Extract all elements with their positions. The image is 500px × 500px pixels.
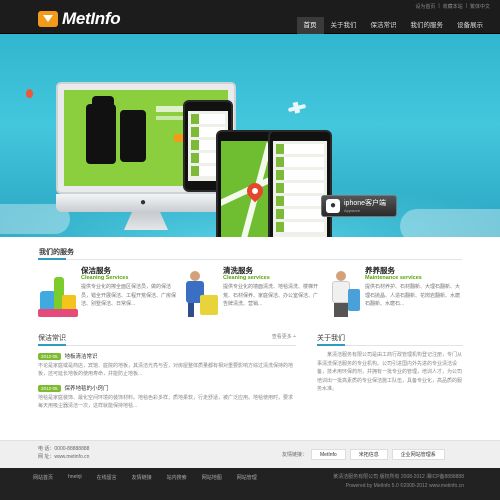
- more-link[interactable]: 查看更多 +: [272, 333, 296, 340]
- traditional-chinese-link[interactable]: 繁体中文: [470, 3, 490, 10]
- news-summary: 地毯是家庭装饰、最化空间环境的装饰材料。地毯色彩多样，质地柔软，行走舒适，被广泛…: [38, 395, 294, 409]
- logo-text: MetInfo: [62, 9, 121, 28]
- separator: |: [438, 3, 440, 9]
- airplane-icon: [287, 103, 307, 113]
- nav-services[interactable]: 我们的服务: [404, 17, 451, 34]
- cleaning-tips-section: 保洁常识 查看更多 + 2012-05 地板清洁常识 不论是家庭或是商店，宾馆、…: [38, 333, 296, 428]
- service-subtitle: Cleaning services: [223, 275, 270, 281]
- footer-link-home[interactable]: 网站首页: [33, 474, 53, 481]
- iphone-client-button[interactable]: ● iphone客户端 Appstore: [321, 195, 397, 217]
- news-item[interactable]: 2012-05 保养地毯的小窍门 地毯是家庭装饰、最化空间环境的装饰材料。地毯色…: [38, 384, 296, 410]
- cloud-decoration: [400, 209, 500, 237]
- footer-link-admin[interactable]: 网站管理: [237, 474, 257, 481]
- set-homepage-link[interactable]: 设为首页: [415, 3, 435, 10]
- services-section: 我们的服务 保洁服务 Cleaning Services 提供专业化的擦全面区保…: [0, 237, 500, 327]
- contact-and-links-bar: 电 话：0000-88888888 网 址：www.metinfo.cn 友情链…: [0, 440, 500, 468]
- maintenance-worker-image: [322, 269, 362, 317]
- news-summary: 不论是家庭或是商店，宾馆、庭院的地板，其清洁光亮与否，对房屋整体质量都有相对重要…: [38, 363, 294, 377]
- service-card-washing[interactable]: 清洗服务 Cleaning services 提供专业化的墙面清洗、地毯清洗、楼…: [180, 265, 320, 325]
- about-section: 关于我们 某清洁服务有限公司是由工商行政管理机构登记注册，专门从事清洗保洁服务的…: [317, 333, 463, 428]
- friend-links: 友情链接： MetInfo 米拓信息 企业网站管理系: [282, 449, 445, 460]
- apple-icon: ●: [140, 197, 147, 208]
- service-description: 提供专业化的墙面清洗、地毯清洗、楼梯开荒、石材保养、家庭保洁、办公室保洁、广告牌…: [223, 284, 319, 307]
- about-text: 某清洁服务有限公司是由工商行政管理机构登记注册，专门从事清洗保洁服务的专业机构。…: [317, 352, 463, 392]
- nav-about[interactable]: 关于我们: [324, 17, 364, 34]
- copyright-text: 某清洁服务有限公司 版权所有 2008-2012 湘ICP备8888888: [333, 474, 464, 480]
- iphone-client-label: iphone客户端: [344, 199, 387, 207]
- balloon-icon: [26, 89, 33, 98]
- service-description: 提供专业化的擦全面区保洁员，做的保洁员，错全开展保洁、工程开荒保洁、广房保洁、别…: [81, 284, 177, 307]
- contact-phone: 电 话：0000-88888888: [38, 446, 90, 452]
- appstore-label: Appstore: [344, 207, 361, 213]
- service-description: 提供石材养护、石材翻新、大理石翻新、大理石抛晶、人造石翻新、花岗岩翻新、水磨石翻…: [365, 284, 461, 307]
- footer-link-guestbook[interactable]: 在线留言: [97, 474, 117, 481]
- contact-website: 网 址：www.metinfo.cn: [38, 454, 90, 460]
- news-item[interactable]: 2012-05 地板清洁常识 不论是家庭或是商店，宾馆、庭院的地板，其清洁光亮与…: [38, 352, 296, 378]
- service-subtitle: Maintenance services: [365, 275, 422, 281]
- date-badge: 2012-05: [38, 352, 61, 360]
- page: MetInfo 设为首页 | 收藏本站 | 繁体中文 首页 关于我们 保洁常识 …: [0, 0, 500, 500]
- service-card-maintenance[interactable]: 养养服务 Maintenance services 提供石材养护、石材翻新、大理…: [322, 265, 462, 325]
- service-subtitle: Cleaning Services: [81, 275, 129, 281]
- friend-link[interactable]: 米拓信息: [349, 449, 388, 460]
- header: MetInfo 设为首页 | 收藏本站 | 繁体中文 首页 关于我们 保洁常识 …: [0, 0, 500, 34]
- services-title: 我们的服务: [39, 249, 74, 256]
- logo-mark-icon: [38, 11, 58, 27]
- logo[interactable]: MetInfo: [38, 9, 121, 29]
- service-card-cleaning[interactable]: 保洁服务 Cleaning Services 提供专业化的擦全面区保洁员，做的保…: [38, 265, 178, 325]
- footer-link-sitemap[interactable]: 网站地图: [202, 474, 222, 481]
- powered-by-text: Powered by MetInfo 5.0 ©2008-2012 www.me…: [345, 483, 464, 489]
- nav-home[interactable]: 首页: [296, 17, 324, 34]
- friend-link[interactable]: MetInfo: [311, 449, 346, 460]
- cleaning-worker-image: [180, 269, 220, 317]
- section-divider: [38, 344, 296, 346]
- footer-link[interactable]: hnetrji: [68, 474, 82, 481]
- copyright: 某清洁服务有限公司 版权所有 2008-2012 湘ICP备8888888 Po…: [333, 473, 464, 491]
- nav-equipment[interactable]: 设备展示: [450, 17, 490, 34]
- phone-illustration-right: [268, 130, 332, 237]
- top-links: 设为首页 | 收藏本站 | 繁体中文: [415, 3, 490, 10]
- section-divider: [38, 258, 462, 260]
- contact-info: 电 话：0000-88888888 网 址：www.metinfo.cn: [38, 445, 89, 461]
- footer-link-friend-links[interactable]: 友情链接: [132, 474, 152, 481]
- banner-slideshow[interactable]: ● ● iphone客户端 Appstore: [0, 34, 500, 237]
- news-title[interactable]: 地板清洁常识: [65, 352, 98, 360]
- friend-links-label: 友情链接：: [282, 452, 308, 458]
- news-title[interactable]: 保养地毯的小窍门: [65, 384, 109, 392]
- nav-cleaning-tips[interactable]: 保洁常识: [364, 17, 404, 34]
- apple-icon: ●: [326, 199, 340, 213]
- footer-nav: 网站首页 hnetrji 在线留言 友情链接 站内搜索 网站地图 网站管理: [33, 474, 257, 481]
- footer: 网站首页 hnetrji 在线留言 友情链接 站内搜索 网站地图 网站管理 某清…: [0, 468, 500, 500]
- friend-link[interactable]: 企业网站管理系: [391, 449, 445, 460]
- cleaning-tips-title: 保洁常识: [38, 335, 66, 342]
- section-divider: [317, 344, 463, 346]
- main-nav: 首页 关于我们 保洁常识 我们的服务 设备展示: [296, 17, 491, 34]
- separator: |: [465, 3, 467, 9]
- footer-link-search[interactable]: 站内搜索: [167, 474, 187, 481]
- cleaning-supplies-image: [38, 269, 78, 317]
- bookmark-link[interactable]: 收藏本站: [443, 3, 463, 10]
- date-badge: 2012-05: [38, 384, 61, 392]
